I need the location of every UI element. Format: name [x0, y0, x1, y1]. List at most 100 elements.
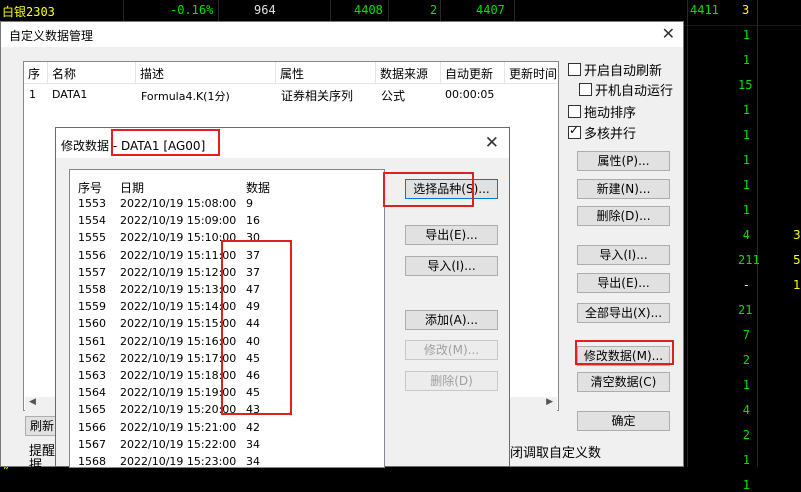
background-right-value: 1: [742, 378, 750, 392]
scroll-right-icon[interactable]: ▶: [546, 397, 553, 407]
background-right-value: 1: [742, 53, 750, 67]
row-attr: 证券相关序列: [281, 89, 354, 103]
row-date: 2022/10/19 15:09:00: [120, 214, 237, 228]
row-value: 42: [246, 420, 260, 434]
properties-button[interactable]: 属性(P)...: [577, 151, 670, 171]
row-date: 2022/10/19 15:16:00: [120, 334, 237, 348]
modify-dialog-title-bar: 修改数据 - DATA1 [AG00] ✕: [56, 128, 509, 158]
row-seq: 1565: [78, 403, 106, 417]
modify-button[interactable]: 修改(M)...: [405, 340, 498, 360]
quote-c6: 4407: [476, 3, 505, 17]
close-icon[interactable]: ✕: [485, 133, 499, 153]
scroll-left-icon[interactable]: ◀: [29, 397, 36, 407]
clear-data-button[interactable]: 清空数据(C): [577, 372, 670, 392]
row-name: DATA1: [52, 88, 88, 101]
checkbox-icon: [568, 63, 581, 76]
row-seq: 1563: [78, 369, 106, 382]
data-row[interactable]: 1562 2022/10/19 15:17:00 45: [70, 352, 370, 369]
modify-dialog-title: 修改数据 - DATA1 [AG00]: [61, 139, 206, 153]
export-all-button[interactable]: 全部导出(X)...: [577, 303, 670, 323]
data-row[interactable]: 1560 2022/10/19 15:15:00 44: [70, 317, 370, 334]
row-date: 2022/10/19 15:17:00: [120, 351, 237, 365]
quote-change: -0.16%: [170, 3, 214, 17]
data-row[interactable]: 1558 2022/10/19 15:13:00 47: [70, 283, 370, 300]
row-value: 46: [246, 369, 260, 382]
ok-button[interactable]: 确定: [577, 411, 670, 431]
add-button[interactable]: 添加(A)...: [405, 310, 498, 330]
data-row[interactable]: 1567 2022/10/19 15:22:00 34: [70, 438, 370, 455]
data-row[interactable]: 1564 2022/10/19 15:19:00 45: [70, 386, 370, 403]
modify-data-button[interactable]: 修改数据(M)...: [577, 346, 670, 366]
data-row[interactable]: 1563 2022/10/19 15:18:00 46: [70, 369, 370, 386]
data-row[interactable]: 1566 2022/10/19 15:21:00 42: [70, 421, 370, 438]
background-far-right-value: 3: [793, 228, 801, 242]
row-seq: 1566: [78, 420, 106, 434]
modify-export-button[interactable]: 导出(E)...: [405, 225, 498, 245]
col-auto[interactable]: 自动更新: [441, 62, 505, 84]
row-seq: 1564: [78, 386, 106, 400]
background-right-value: 15: [738, 78, 753, 92]
export-button[interactable]: 导出(E)...: [577, 273, 670, 293]
refresh-button[interactable]: 刷新: [25, 416, 59, 436]
row-date: 2022/10/19 15:21:00: [120, 420, 237, 434]
reminder-text-right: 闭调取自定义数: [510, 446, 602, 461]
row-value: 30: [246, 231, 260, 245]
background-right-value: 4: [742, 403, 750, 417]
row-seq: 1553: [78, 197, 106, 210]
autostart-checkbox[interactable]: 开机自动运行: [579, 80, 673, 99]
modify-import-button[interactable]: 导入(I)...: [405, 256, 498, 276]
header-date[interactable]: 日期: [120, 179, 144, 196]
background-right-value: 1: [742, 128, 750, 142]
row-seq: 1559: [78, 300, 106, 314]
row-date: 2022/10/19 15:19:00: [120, 386, 237, 400]
delete-button[interactable]: 删除(D)...: [577, 206, 670, 226]
row-seq: 1567: [78, 437, 106, 451]
row-value: 34: [246, 437, 260, 451]
data-row[interactable]: 1553 2022/10/19 15:08:00 9: [70, 197, 370, 214]
row-value: 34: [246, 455, 260, 468]
header-value[interactable]: 数据: [246, 179, 270, 196]
data-row[interactable]: 1568 2022/10/19 15:23:00 34: [70, 455, 370, 468]
data-row[interactable]: 1559 2022/10/19 15:14:00 49: [70, 300, 370, 317]
new-button[interactable]: 新建(N)...: [577, 179, 670, 199]
select-symbol-button[interactable]: 选择品种(S)...: [405, 179, 498, 199]
row-value: 37: [246, 265, 260, 279]
multicore-checkbox[interactable]: 多核并行: [568, 123, 636, 142]
col-source[interactable]: 数据来源: [376, 62, 441, 84]
row-seq: 1568: [78, 455, 106, 468]
import-button[interactable]: 导入(I)...: [577, 245, 670, 265]
data-row[interactable]: 1557 2022/10/19 15:12:00 37: [70, 266, 370, 283]
row-seq: 1562: [78, 351, 106, 365]
col-desc[interactable]: 描述: [136, 62, 276, 84]
background-right-value: 1: [742, 178, 750, 192]
background-right-value: 2: [742, 353, 750, 367]
row-source: 公式: [381, 89, 406, 103]
col-name[interactable]: 名称: [48, 62, 136, 84]
row-date: 2022/10/19 15:14:00: [120, 300, 237, 314]
background-right-value: -: [742, 278, 750, 292]
row-auto: 00:00:05: [445, 88, 495, 101]
data-row[interactable]: 1556 2022/10/19 15:11:00 37: [70, 249, 370, 266]
auto-refresh-checkbox[interactable]: 开启自动刷新: [568, 60, 662, 79]
delete-row-button[interactable]: 删除(D): [405, 371, 498, 391]
quote-name: 白银2303: [2, 5, 55, 19]
checkbox-icon: [579, 83, 592, 96]
row-date: 2022/10/19 15:11:00: [120, 248, 237, 262]
row-value: 40: [246, 334, 260, 348]
close-icon[interactable]: ✕: [662, 24, 675, 43]
col-seq[interactable]: 序: [24, 62, 48, 84]
header-seq[interactable]: 序号: [78, 179, 102, 196]
dialog-title-bar: 自定义数据管理 ✕: [1, 22, 683, 47]
data-list[interactable]: 序号 日期 数据 1553 2022/10/19 15:08:00 9 1554 202…: [69, 169, 385, 468]
checkbox-checked-icon: [568, 123, 581, 139]
drag-sort-checkbox[interactable]: 拖动排序: [568, 102, 636, 121]
data-row[interactable]: 1554 2022/10/19 15:09:00 16: [70, 214, 370, 231]
data-row[interactable]: 1555 2022/10/19 15:10:00 30: [70, 231, 370, 248]
data-row[interactable]: 1561 2022/10/19 15:16:00 40: [70, 335, 370, 352]
reminder-text-2: 据: [29, 458, 43, 473]
quote-c7: 4411: [690, 3, 719, 17]
row-seq: 1557: [78, 265, 106, 279]
col-time[interactable]: 更新时间: [505, 62, 558, 84]
col-attr[interactable]: 属性: [276, 62, 376, 84]
data-row[interactable]: 1565 2022/10/19 15:20:00 43: [70, 403, 370, 420]
